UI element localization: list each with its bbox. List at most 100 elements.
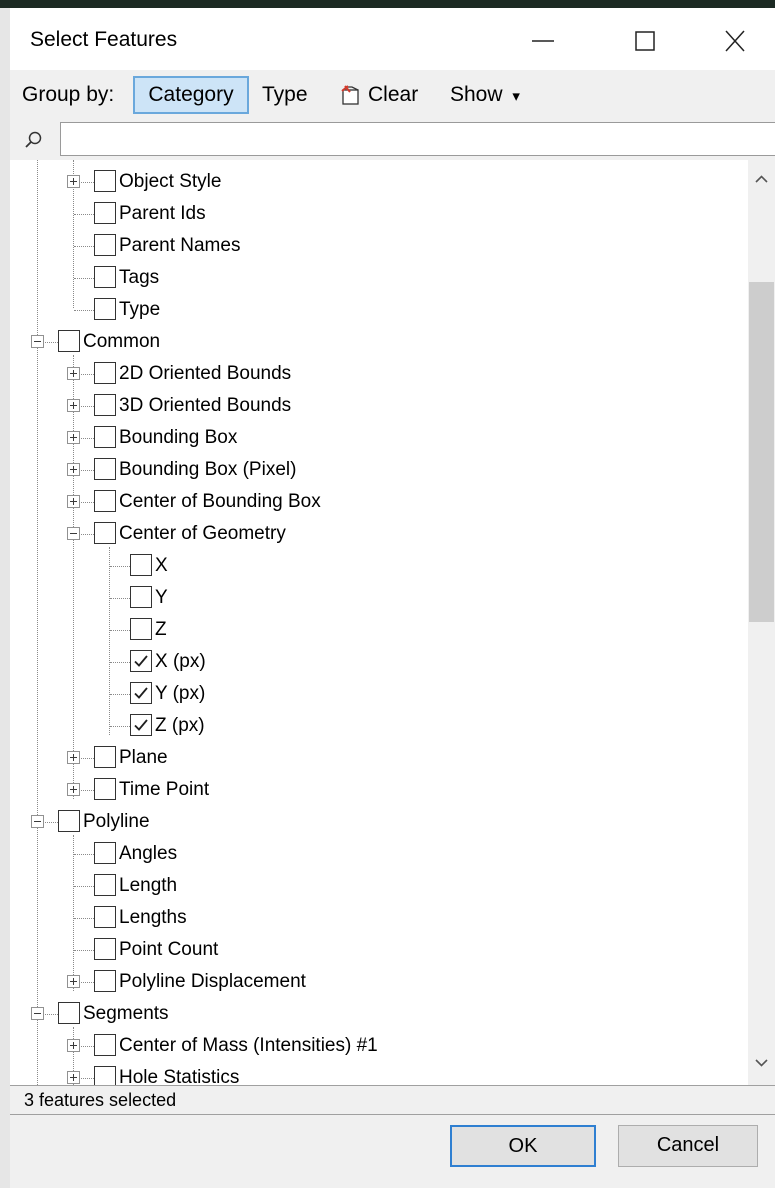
feature-checkbox[interactable] (58, 330, 80, 352)
tree-row[interactable]: Parent Names (10, 231, 748, 261)
tree-row[interactable]: Z (10, 615, 748, 645)
tree-row[interactable]: Center of Bounding Box (10, 487, 748, 517)
collapse-icon[interactable] (31, 1007, 44, 1020)
window-left-border (0, 8, 10, 1188)
scroll-down-icon[interactable] (754, 1058, 769, 1068)
tree-row[interactable]: Hole Statistics (10, 1063, 748, 1085)
search-input[interactable] (60, 122, 775, 156)
expand-icon[interactable] (67, 431, 80, 444)
feature-label: Object Style (119, 171, 222, 192)
tree-row[interactable]: X (px) (10, 647, 748, 677)
title-bar[interactable]: Select Features (10, 8, 775, 70)
tree-row[interactable]: Type (10, 295, 748, 325)
expand-icon[interactable] (67, 1039, 80, 1052)
tree-row[interactable]: Polyline (10, 807, 748, 837)
close-button[interactable] (700, 16, 770, 66)
feature-checkbox[interactable] (94, 362, 116, 384)
feature-checkbox[interactable] (94, 202, 116, 224)
minimize-button[interactable] (508, 16, 578, 66)
tree-row[interactable]: Tags (10, 263, 748, 293)
feature-checkbox[interactable] (94, 170, 116, 192)
feature-checkbox[interactable] (94, 778, 116, 800)
maximize-button[interactable] (610, 16, 680, 66)
tree-row[interactable]: Lengths (10, 903, 748, 933)
expand-icon[interactable] (67, 975, 80, 988)
feature-checkbox[interactable] (130, 554, 152, 576)
tree-row[interactable]: Parent Ids (10, 199, 748, 229)
tree-row[interactable]: Y (px) (10, 679, 748, 709)
dialog-footer: OK Cancel (10, 1115, 775, 1188)
feature-tree[interactable]: Object Style Parent Ids Parent Names Tags Ty… (10, 160, 748, 1085)
collapse-icon[interactable] (67, 527, 80, 540)
tree-row[interactable]: Point Count (10, 935, 748, 965)
feature-checkbox[interactable] (58, 1002, 80, 1024)
feature-checkbox[interactable] (130, 714, 152, 736)
tree-row[interactable]: Center of Mass (Intensities) #1 (10, 1031, 748, 1061)
expand-icon[interactable] (67, 367, 80, 380)
feature-checkbox[interactable] (94, 490, 116, 512)
clear-button[interactable]: Clear (340, 76, 418, 114)
feature-checkbox[interactable] (94, 746, 116, 768)
feature-checkbox[interactable] (94, 266, 116, 288)
feature-label: Lengths (119, 907, 187, 928)
ok-button[interactable]: OK (450, 1125, 596, 1167)
collapse-icon[interactable] (31, 815, 44, 828)
tree-row[interactable]: Segments (10, 999, 748, 1029)
cancel-button[interactable]: Cancel (618, 1125, 758, 1167)
tree-row[interactable]: Z (px) (10, 711, 748, 741)
tree-row[interactable]: Length (10, 871, 748, 901)
tree-row[interactable]: Object Style (10, 167, 748, 197)
feature-checkbox[interactable] (94, 394, 116, 416)
expand-icon[interactable] (67, 175, 80, 188)
tree-connector (110, 598, 130, 599)
expand-icon[interactable] (67, 399, 80, 412)
tree-row[interactable]: Y (10, 583, 748, 613)
feature-checkbox[interactable] (94, 842, 116, 864)
scroll-up-icon[interactable] (754, 174, 769, 184)
feature-checkbox[interactable] (130, 586, 152, 608)
feature-checkbox[interactable] (130, 618, 152, 640)
tree-row[interactable]: Angles (10, 839, 748, 869)
group-by-type-button[interactable]: Type (262, 76, 308, 114)
feature-label: X (155, 555, 168, 576)
feature-checkbox[interactable] (58, 810, 80, 832)
feature-checkbox[interactable] (94, 522, 116, 544)
show-dropdown[interactable]: Show ▾ (450, 76, 520, 114)
feature-checkbox[interactable] (130, 650, 152, 672)
expand-icon[interactable] (67, 751, 80, 764)
vertical-scrollbar[interactable] (748, 160, 775, 1085)
tree-row[interactable]: Time Point (10, 775, 748, 805)
tree-row[interactable]: Plane (10, 743, 748, 773)
tree-row[interactable]: Center of Geometry (10, 519, 748, 549)
expand-icon[interactable] (67, 783, 80, 796)
tree-row[interactable]: Common (10, 327, 748, 357)
feature-checkbox[interactable] (94, 234, 116, 256)
clear-icon (341, 85, 359, 106)
scrollbar-thumb[interactable] (749, 282, 774, 622)
feature-checkbox[interactable] (94, 906, 116, 928)
feature-checkbox[interactable] (94, 458, 116, 480)
expand-icon[interactable] (67, 495, 80, 508)
feature-label: Parent Names (119, 235, 241, 256)
tree-connector (74, 214, 94, 215)
feature-checkbox[interactable] (130, 682, 152, 704)
checkmark-icon (134, 719, 148, 731)
tree-row[interactable]: Bounding Box (Pixel) (10, 455, 748, 485)
feature-checkbox[interactable] (94, 426, 116, 448)
tree-row[interactable]: 2D Oriented Bounds (10, 359, 748, 389)
expand-icon[interactable] (67, 463, 80, 476)
tree-connector (110, 694, 130, 695)
tree-row[interactable]: X (10, 551, 748, 581)
tree-row[interactable]: 3D Oriented Bounds (10, 391, 748, 421)
tree-row[interactable]: Polyline Displacement (10, 967, 748, 997)
collapse-icon[interactable] (31, 335, 44, 348)
expand-icon[interactable] (67, 1071, 80, 1084)
feature-checkbox[interactable] (94, 938, 116, 960)
group-by-category-button[interactable]: Category (133, 76, 249, 114)
feature-checkbox[interactable] (94, 298, 116, 320)
feature-checkbox[interactable] (94, 1066, 116, 1085)
feature-checkbox[interactable] (94, 874, 116, 896)
feature-checkbox[interactable] (94, 970, 116, 992)
tree-row[interactable]: Bounding Box (10, 423, 748, 453)
feature-checkbox[interactable] (94, 1034, 116, 1056)
